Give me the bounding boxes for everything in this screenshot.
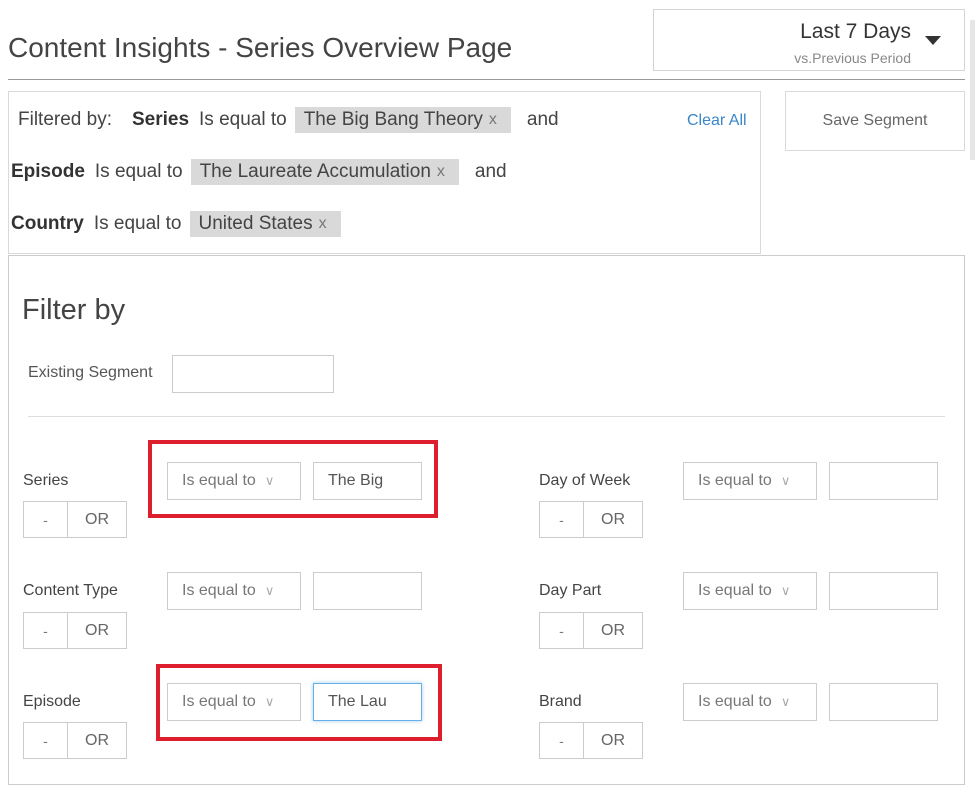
filter-joiner: and [526,109,559,130]
add-or-button[interactable]: OR [68,613,126,648]
filter-panel [8,255,965,785]
operator-value: Is equal to [698,582,772,599]
page-title: Content Insights - Series Overview Page [8,32,513,63]
filter-operator: Is equal to [199,109,287,130]
filter-chip-value: The Laureate Accumulation [199,161,431,182]
date-range-selector[interactable]: Last 7 Days vs.Previous Period [653,9,965,71]
filter-row-episode: Episode Is equal to The Laureate Accumul… [11,158,507,186]
filter-chip-series: The Big Bang Theory x [294,107,511,133]
filter-chip-value: United States [198,213,313,234]
filter-panel-title: Filter by [22,294,126,326]
save-segment-button[interactable]: Save Segment [785,91,965,151]
day-part-button-group: - OR [539,612,643,649]
scrollbar-thumb[interactable] [970,20,975,160]
filter-operator: Is equal to [93,213,182,234]
remove-condition-button[interactable]: - [24,502,68,537]
episode-button-group: - OR [23,722,127,759]
brand-operator-select[interactable]: Is equal to ∨ [683,683,817,721]
highlight-annotation [148,440,438,518]
add-or-button[interactable]: OR [68,723,126,758]
filter-row-series: Filtered by: Series Is equal to The Big … [18,106,559,134]
remove-condition-button[interactable]: - [540,613,584,648]
date-range-label: Last 7 Days [800,20,911,43]
existing-segment-label: Existing Segment [28,364,153,381]
series-button-group: - OR [23,501,127,538]
filtered-by-label: Filtered by: [18,109,112,130]
filter-chip-country: United States x [189,211,341,237]
content-type-value-input[interactable] [313,572,422,610]
day-part-value-input[interactable] [829,572,938,610]
row-label-series: Series [23,472,69,489]
remove-filter-icon[interactable]: x [489,111,497,129]
title-divider [8,79,965,80]
row-label-brand: Brand [539,693,582,710]
filter-joiner: and [474,161,507,182]
filter-name: Country [11,213,84,234]
chevron-down-icon: ∨ [780,473,791,488]
day-part-operator-select[interactable]: Is equal to ∨ [683,572,817,610]
brand-button-group: - OR [539,722,643,759]
clear-all-link[interactable]: Clear All [687,112,747,130]
chevron-down-icon: ∨ [780,694,791,709]
content-type-button-group: - OR [23,612,127,649]
operator-value: Is equal to [182,582,256,599]
filter-name: Episode [11,161,85,182]
remove-filter-icon[interactable]: x [319,215,327,233]
chevron-down-icon: ∨ [264,583,275,598]
highlight-annotation [156,664,442,741]
existing-segment-input[interactable] [172,355,334,393]
remove-condition-button[interactable]: - [24,613,68,648]
row-label-content-type: Content Type [23,582,118,599]
row-label-day-of-week: Day of Week [539,472,631,489]
row-label-day-part: Day Part [539,582,602,599]
operator-value: Is equal to [698,472,772,489]
chevron-down-icon: ∨ [780,583,791,598]
comparison-label: vs.Previous Period [794,50,911,66]
add-or-button[interactable]: OR [68,502,126,537]
remove-filter-icon[interactable]: x [437,163,445,181]
day-of-week-operator-select[interactable]: Is equal to ∨ [683,462,817,500]
brand-value-input[interactable] [829,683,938,721]
remove-condition-button[interactable]: - [540,502,584,537]
day-of-week-button-group: - OR [539,501,643,538]
caret-down-icon[interactable] [925,36,941,45]
remove-condition-button[interactable]: - [540,723,584,758]
filter-name: Series [131,109,190,130]
add-or-button[interactable]: OR [584,613,642,648]
remove-condition-button[interactable]: - [24,723,68,758]
filter-row-country: Country Is equal to United States x [11,210,357,238]
content-type-operator-select[interactable]: Is equal to ∨ [167,572,301,610]
row-label-episode: Episode [23,693,81,710]
day-of-week-value-input[interactable] [829,462,938,500]
operator-value: Is equal to [698,693,772,710]
filter-operator: Is equal to [94,161,183,182]
filter-chip-value: The Big Bang Theory [303,109,483,130]
filter-chip-episode: The Laureate Accumulation x [190,159,459,185]
add-or-button[interactable]: OR [584,723,642,758]
add-or-button[interactable]: OR [584,502,642,537]
panel-divider [28,416,945,417]
